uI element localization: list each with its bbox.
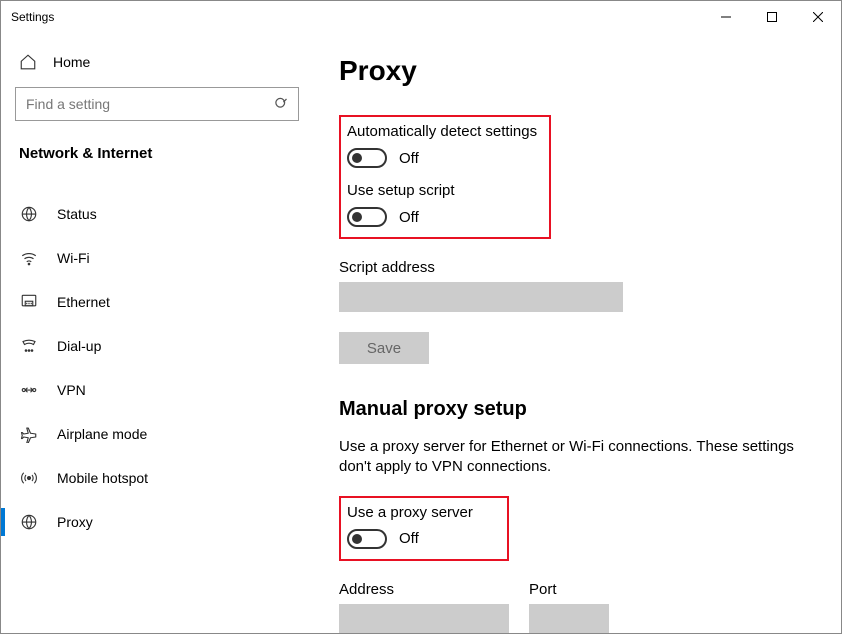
maximize-button[interactable]: [749, 1, 795, 33]
content-pane: Proxy Automatically detect settings Off …: [313, 33, 841, 633]
use-proxy-setting: Use a proxy server Off: [347, 504, 495, 549]
auto-detect-state: Off: [399, 150, 419, 167]
close-button[interactable]: [795, 1, 841, 33]
search-icon: [274, 97, 289, 112]
home-icon: [19, 53, 37, 71]
sidebar-item-airplane[interactable]: Airplane mode: [1, 412, 313, 456]
home-nav-item[interactable]: Home: [1, 43, 313, 81]
port-label: Port: [529, 581, 609, 598]
highlight-auto-section: Automatically detect settings Off Use se…: [339, 115, 551, 239]
wifi-icon: [19, 248, 39, 268]
sidebar-item-label: Mobile hotspot: [57, 470, 148, 486]
setup-script-state: Off: [399, 209, 419, 226]
address-input[interactable]: [339, 604, 509, 634]
address-port-row: Address Port: [339, 575, 815, 634]
hotspot-icon: [19, 468, 39, 488]
sidebar-item-label: Proxy: [57, 514, 93, 530]
close-icon: [813, 12, 823, 22]
save-button[interactable]: Save: [339, 332, 429, 364]
minimize-button[interactable]: [703, 1, 749, 33]
auto-detect-toggle[interactable]: [347, 148, 387, 168]
sidebar-item-status[interactable]: Status: [1, 192, 313, 236]
sidebar-item-label: Wi-Fi: [57, 250, 90, 266]
page-title: Proxy: [339, 55, 815, 87]
nav-list: Status Wi-Fi Ethernet Dial-up: [1, 192, 313, 544]
sidebar-item-proxy[interactable]: Proxy: [1, 500, 313, 544]
titlebar: Settings: [1, 1, 841, 33]
script-address-label: Script address: [339, 259, 815, 276]
use-proxy-state: Off: [399, 530, 419, 547]
sidebar-item-vpn[interactable]: VPN: [1, 368, 313, 412]
category-title: Network & Internet: [1, 121, 313, 176]
search-wrap: [15, 87, 299, 121]
search-input[interactable]: [15, 87, 299, 121]
sidebar-item-label: Airplane mode: [57, 426, 147, 442]
sidebar-item-wifi[interactable]: Wi-Fi: [1, 236, 313, 280]
sidebar-item-ethernet[interactable]: Ethernet: [1, 280, 313, 324]
auto-detect-setting: Automatically detect settings Off: [347, 123, 537, 168]
maximize-icon: [767, 12, 777, 22]
sidebar-item-label: Ethernet: [57, 294, 110, 310]
use-proxy-label: Use a proxy server: [347, 504, 495, 521]
sidebar-item-label: VPN: [57, 382, 86, 398]
minimize-icon: [721, 12, 731, 22]
globe-icon: [19, 512, 39, 532]
home-label: Home: [53, 54, 90, 70]
sidebar-item-hotspot[interactable]: Mobile hotspot: [1, 456, 313, 500]
use-proxy-toggle[interactable]: [347, 529, 387, 549]
auto-detect-label: Automatically detect settings: [347, 123, 537, 140]
window-controls: [703, 1, 841, 33]
setup-script-toggle[interactable]: [347, 207, 387, 227]
sidebar-item-dialup[interactable]: Dial-up: [1, 324, 313, 368]
vpn-icon: [19, 380, 39, 400]
address-label: Address: [339, 581, 509, 598]
dialup-icon: [19, 336, 39, 356]
ethernet-icon: [19, 292, 39, 312]
manual-section-desc: Use a proxy server for Ethernet or Wi-Fi…: [339, 437, 799, 478]
manual-section-title: Manual proxy setup: [339, 398, 815, 421]
script-address-input[interactable]: [339, 282, 623, 312]
highlight-manual-section: Use a proxy server Off: [339, 496, 509, 561]
sidebar-item-label: Dial-up: [57, 338, 101, 354]
setup-script-setting: Use setup script Off: [347, 182, 537, 227]
sidebar-item-label: Status: [57, 206, 97, 222]
port-input[interactable]: [529, 604, 609, 634]
status-icon: [19, 204, 39, 224]
setup-script-label: Use setup script: [347, 182, 537, 199]
sidebar: Home Network & Internet Status Wi-Fi: [1, 33, 313, 633]
window-title: Settings: [11, 10, 703, 24]
airplane-icon: [19, 424, 39, 444]
